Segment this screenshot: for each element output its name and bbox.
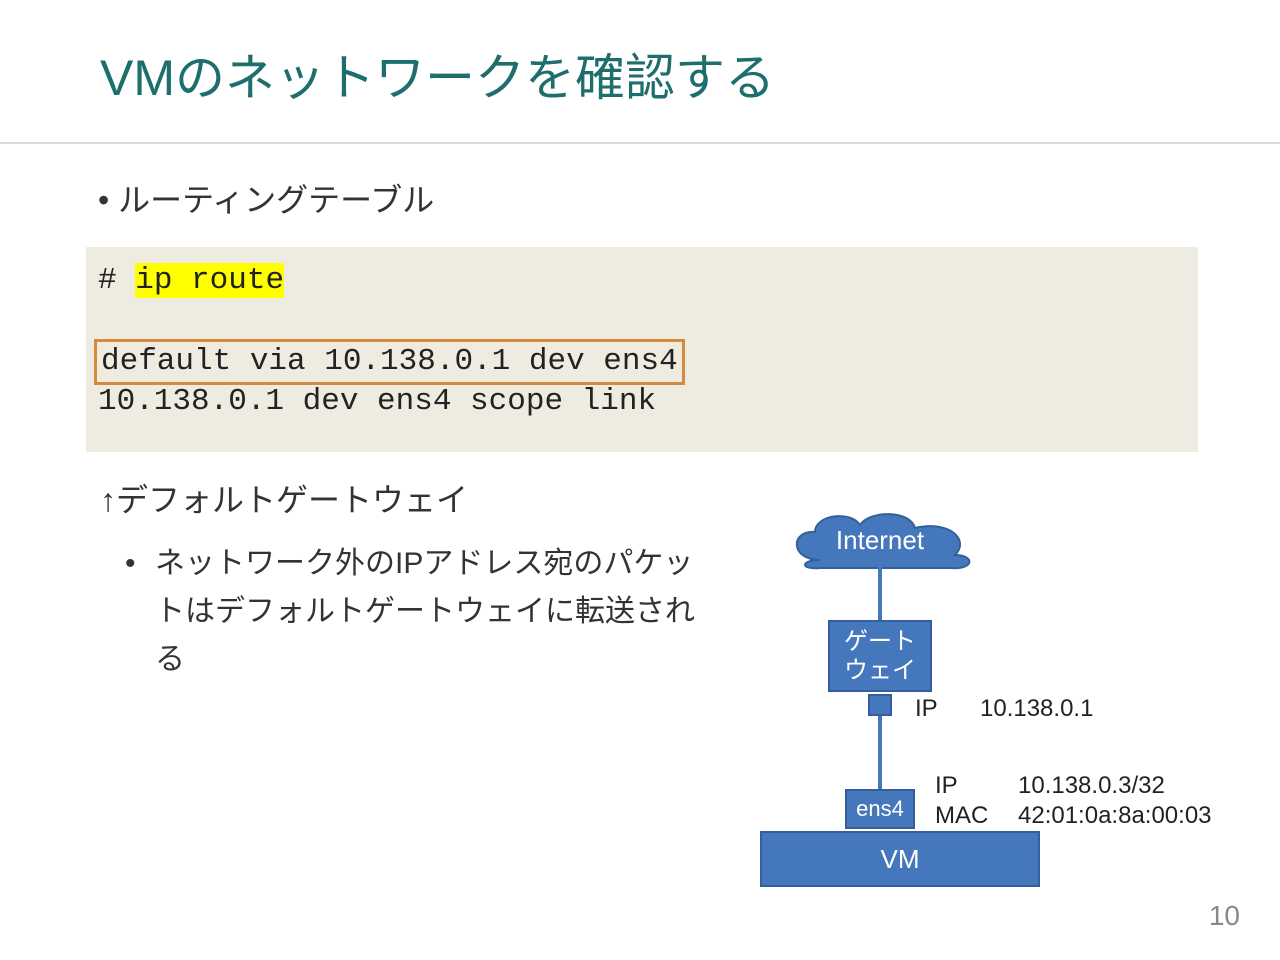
gateway-box: ゲート ウェイ [828, 620, 932, 692]
connector-cloud-gateway [878, 566, 882, 620]
vm-ip-label: IP [935, 772, 958, 800]
code-block: # ip route default via 10.138.0.1 dev en… [86, 247, 1198, 452]
prompt-hash: # [98, 263, 135, 298]
bullet-dot: • [125, 540, 136, 588]
internet-cloud: Internet [780, 510, 980, 570]
connector-gateway-vm [878, 716, 882, 790]
network-diagram: Internet ゲート ウェイ IP 10.138.0.1 IP 10.138… [760, 500, 1260, 940]
gateway-port [868, 694, 892, 716]
internet-label: Internet [780, 510, 980, 570]
code-line-2-wrap: default via 10.138.0.1 dev ens4 [98, 342, 1186, 382]
vm-box: VM [760, 831, 1040, 887]
default-gateway-note: ↑デフォルトゲートウェイ [100, 475, 468, 521]
code-blank-line [98, 301, 1186, 341]
ens4-interface-box: ens4 [845, 789, 915, 829]
boxed-default-route: default via 10.138.0.1 dev ens4 [94, 339, 685, 385]
vm-ip-value: 10.138.0.3/32 [1018, 772, 1165, 800]
code-line-1: # ip route [98, 261, 1186, 301]
page-number: 10 [1209, 900, 1240, 932]
title-divider [0, 142, 1280, 144]
sub-bullet-explanation: • ネットワーク外のIPアドレス宛のパケットはデフォルトゲートウェイに転送される [155, 540, 695, 684]
sub-bullet-text: ネットワーク外のIPアドレス宛のパケットはデフォルトゲートウェイに転送される [155, 547, 695, 676]
vm-mac-label: MAC [935, 802, 988, 830]
slide-title: VMのネットワークを確認する [100, 38, 775, 110]
slide: VMのネットワークを確認する ルーティングテーブル # ip route def… [0, 0, 1280, 960]
gateway-label-line2: ウェイ [844, 657, 916, 684]
gateway-ip-value: 10.138.0.1 [980, 695, 1093, 723]
gateway-ip-label: IP [915, 695, 938, 723]
code-line-3: 10.138.0.1 dev ens4 scope link [98, 382, 1186, 422]
vm-mac-value: 42:01:0a:8a:00:03 [1018, 802, 1212, 830]
highlighted-command: ip route [135, 263, 284, 298]
gateway-label-line1: ゲート [844, 628, 916, 655]
bullet-routing-table: ルーティングテーブル [98, 175, 434, 221]
